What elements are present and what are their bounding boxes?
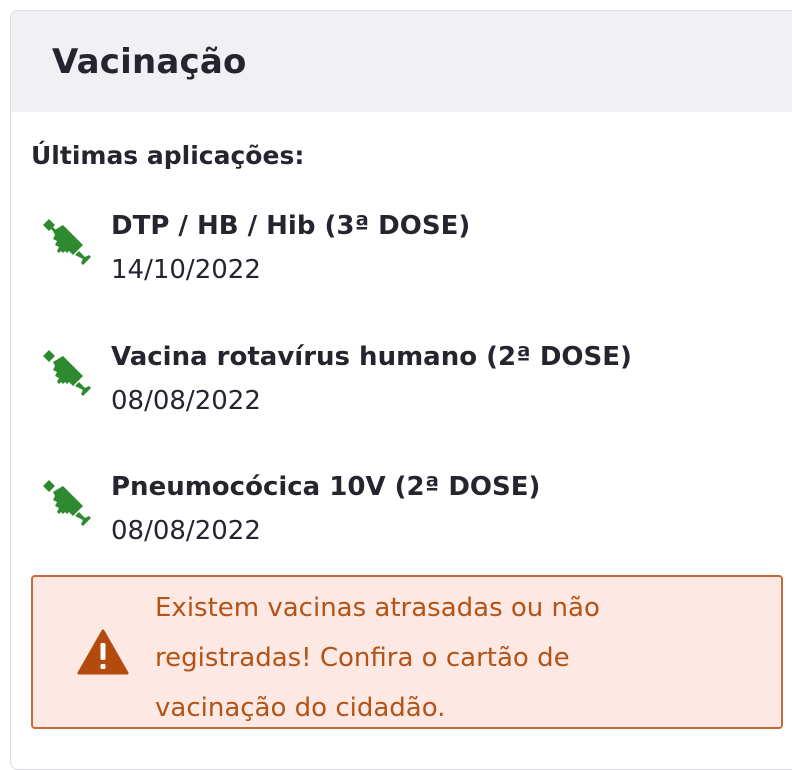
card-header: Vacinação — [11, 11, 792, 112]
warning-icon — [77, 629, 129, 675]
vaccine-name: Pneumocócica 10V (2ª DOSE) — [111, 472, 541, 502]
overdue-vaccines-alert: Existem vacinas atrasadas ou não registr… — [31, 575, 783, 729]
vaccine-name: Vacina rotavírus humano (2ª DOSE) — [111, 342, 632, 372]
syringe-icon — [43, 480, 91, 526]
vaccine-name: DTP / HB / Hib (3ª DOSE) — [111, 211, 471, 241]
syringe-icon — [43, 219, 91, 265]
vaccine-entry: Pneumocócica 10V (2ª DOSE) 08/08/2022 — [31, 472, 771, 552]
vaccine-entry: DTP / HB / Hib (3ª DOSE) 14/10/2022 — [31, 211, 771, 291]
vaccine-date: 14/10/2022 — [111, 255, 261, 285]
vaccine-entry: Vacina rotavírus humano (2ª DOSE) 08/08/… — [31, 342, 771, 422]
vaccine-date: 08/08/2022 — [111, 386, 261, 416]
alert-message: Existem vacinas atrasadas ou não registr… — [155, 593, 600, 723]
last-applications-label: Últimas aplicações: — [31, 141, 305, 170]
syringe-icon — [43, 350, 91, 396]
vaccination-card: Vacinação Últimas aplicações: DTP / HB /… — [10, 10, 792, 770]
vaccine-date: 08/08/2022 — [111, 516, 261, 546]
card-title: Vacinação — [52, 42, 247, 82]
